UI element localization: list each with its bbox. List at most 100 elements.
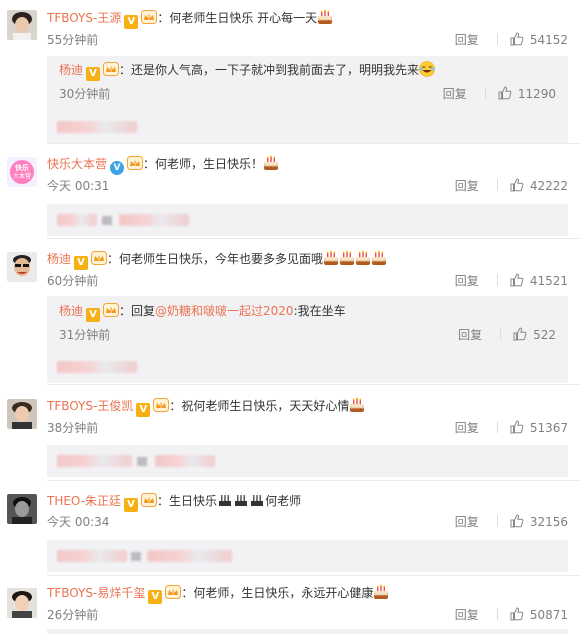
divider <box>47 480 581 481</box>
reply-time: 31分钟前 <box>59 328 111 342</box>
thumbs-up-icon[interactable] <box>510 514 524 528</box>
divider <box>496 33 498 45</box>
avatar[interactable] <box>7 494 37 524</box>
comment-line: TFBOYS-王俊凯 V ：祝何老师生日快乐，天天好心情 <box>47 397 365 417</box>
like-count: 42222 <box>529 179 568 193</box>
comment-time: 55分钟前 <box>47 33 99 47</box>
thumbs-up-icon[interactable] <box>510 273 524 287</box>
more-replies-blurred[interactable] <box>47 540 568 572</box>
crown-badge-icon <box>141 10 157 24</box>
divider <box>496 608 498 620</box>
cake-emoji <box>339 250 355 266</box>
comment-line: THEO-朱正廷 V ：生日快乐 何老师 <box>47 492 302 512</box>
mention-link[interactable]: @奶糖和啵啵一起过2020 <box>155 304 294 318</box>
avatar[interactable]: 快乐 大本营 <box>7 157 37 187</box>
more-replies-blurred[interactable] <box>47 445 568 477</box>
reply-button[interactable]: 回复 <box>458 328 482 342</box>
reply-button[interactable]: 回复 <box>455 515 479 529</box>
comment-text: ：何老师生日快乐 开心每一天 <box>157 11 318 25</box>
comment-username[interactable]: TFBOYS-王源 <box>47 11 121 25</box>
verified-v-icon: V <box>136 403 151 417</box>
reply-button[interactable]: 回复 <box>455 179 479 193</box>
divider <box>47 575 581 576</box>
reply-actions: 回复 11290 <box>443 86 556 102</box>
thumbs-up-icon[interactable] <box>510 420 524 434</box>
divider <box>500 328 502 340</box>
laugh-emoji <box>419 61 435 77</box>
avatar[interactable] <box>7 10 37 40</box>
avatar[interactable] <box>7 399 37 429</box>
crown-badge-icon <box>141 493 157 507</box>
comment-username[interactable]: TFBOYS-易烊千玺 <box>47 586 145 600</box>
more-replies-blurred[interactable] <box>47 204 568 236</box>
comment-actions: 回复 42222 <box>455 178 568 194</box>
like-count: 522 <box>533 328 556 342</box>
crown-badge-icon <box>103 303 119 317</box>
reply-button[interactable]: 回复 <box>455 274 479 288</box>
comment-actions: 回复 41521 <box>455 273 568 289</box>
verified-v-icon: V <box>148 590 163 604</box>
thumbs-up-icon[interactable] <box>510 32 524 46</box>
comment-time: 60分钟前 <box>47 274 99 288</box>
candle-emoji <box>234 493 248 507</box>
cake-emoji <box>373 584 389 600</box>
comment-username[interactable]: 快乐大本营 <box>47 157 107 171</box>
more-replies-blurred[interactable] <box>47 629 568 634</box>
comment-text: ：何老师，生日快乐！ <box>143 157 264 171</box>
svg-text:快乐: 快乐 <box>15 163 29 172</box>
comment-username[interactable]: TFBOYS-王俊凯 <box>47 399 133 413</box>
cake-emoji <box>263 155 279 171</box>
verified-v-icon: V <box>86 308 101 322</box>
svg-text:大本营: 大本营 <box>13 172 31 180</box>
reply-button[interactable]: 回复 <box>455 421 479 435</box>
thumbs-up-icon[interactable] <box>498 86 512 100</box>
comment-username[interactable]: 杨迪 <box>47 252 71 266</box>
thumbs-up-icon[interactable] <box>510 607 524 621</box>
divider <box>484 87 486 99</box>
comment-text: ：生日快乐 <box>157 494 218 508</box>
divider <box>496 515 498 527</box>
comment-line: TFBOYS-易烊千玺 V ：何老师，生日快乐，永远开心健康 <box>47 584 389 604</box>
comment-line: 快乐大本营 V ：何老师，生日快乐！ <box>47 155 279 175</box>
reply-button[interactable]: 回复 <box>455 608 479 622</box>
crown-badge-icon <box>165 585 181 599</box>
divider <box>47 384 581 385</box>
divider <box>496 179 498 191</box>
like-count: 50871 <box>529 608 568 622</box>
verified-v-icon: V <box>86 67 101 81</box>
comment-time: 26分钟前 <box>47 608 99 622</box>
comment-actions: 回复 54152 <box>455 32 568 48</box>
like-count: 32156 <box>529 515 568 529</box>
reply-line: 杨迪 V ：还是你人气高，一下子就冲到我前面去了，明明我先来 <box>59 61 435 81</box>
verified-v-icon: V <box>74 256 89 270</box>
like-count: 54152 <box>529 33 568 47</box>
thumbs-up-icon[interactable] <box>510 178 524 192</box>
avatar[interactable] <box>7 588 37 618</box>
candle-emoji <box>218 493 232 507</box>
comment-actions: 回复 50871 <box>455 607 568 623</box>
cake-emoji <box>355 250 371 266</box>
more-replies-blurred[interactable] <box>47 351 568 383</box>
reply-button[interactable]: 回复 <box>443 87 467 101</box>
reply-text: ：还是你人气高，一下子就冲到我前面去了，明明我先来 <box>119 63 420 77</box>
cake-emoji <box>371 250 387 266</box>
comment-actions: 回复 32156 <box>455 514 568 530</box>
divider <box>496 274 498 286</box>
cake-emoji <box>349 397 365 413</box>
comment-text: 何老师 <box>265 494 302 508</box>
reply-line: 杨迪 V ：回复@奶糖和啵啵一起过2020:我在坐车 <box>59 302 346 322</box>
reply-prefix: ：回复 <box>119 304 156 318</box>
reply-username[interactable]: 杨迪 <box>59 63 83 77</box>
thumbs-up-icon[interactable] <box>513 327 527 341</box>
more-replies-blurred[interactable] <box>47 111 568 143</box>
verified-v-icon: V <box>110 161 125 175</box>
cake-emoji <box>317 9 333 25</box>
avatar[interactable] <box>7 252 37 282</box>
reply-username[interactable]: 杨迪 <box>59 304 83 318</box>
like-count: 11290 <box>517 87 556 101</box>
reply-actions: 回复 522 <box>458 327 556 343</box>
reply-button[interactable]: 回复 <box>455 33 479 47</box>
comment-time: 今天 00:31 <box>47 179 110 193</box>
like-count: 41521 <box>529 274 568 288</box>
comment-username[interactable]: THEO-朱正廷 <box>47 494 121 508</box>
